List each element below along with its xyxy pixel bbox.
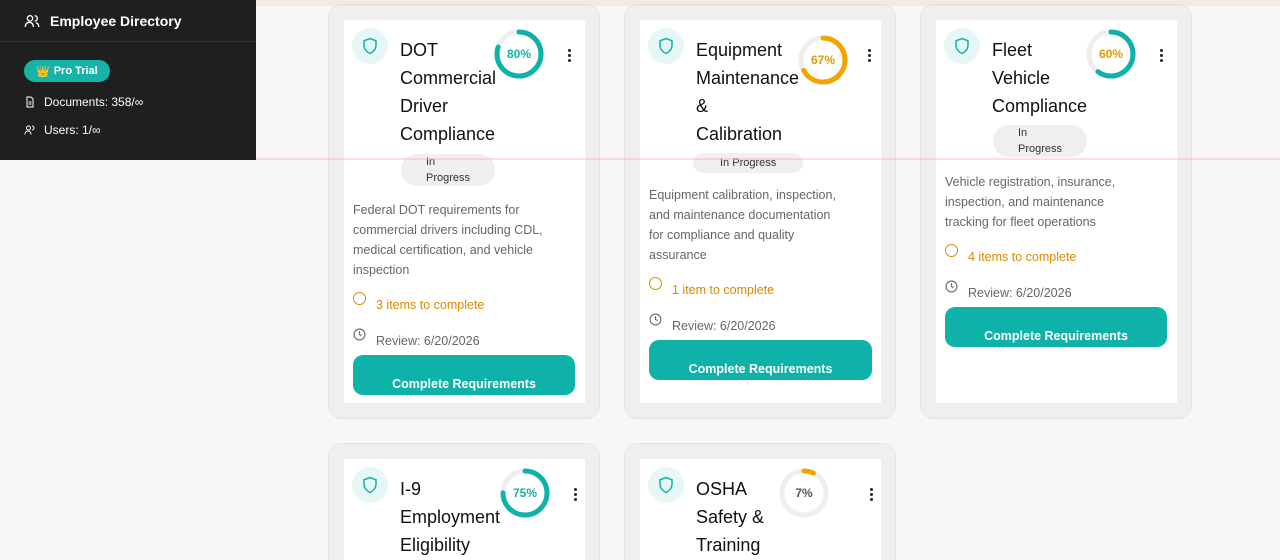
clock-icon [945, 280, 958, 293]
card-title: I-9 Employment Eligibility [400, 479, 501, 555]
progress-percent: 75% [512, 486, 538, 500]
pending-circle-icon [353, 292, 366, 305]
more-options-icon[interactable] [569, 484, 581, 504]
review-date: Review: 6/20/2026 [649, 313, 776, 333]
users-count: Users: 1/∞ [44, 123, 101, 137]
progress-percent: 67% [810, 53, 836, 67]
card-title: Fleet Vehicle Compliance [992, 40, 1088, 116]
compliance-card: Equipment Maintenance & Calibration 67% In … [624, 4, 896, 419]
sidebar: Employee Directory 👑 Pro Trial Documents… [0, 0, 256, 160]
compliance-card-body: Equipment Maintenance & Calibration 67% In … [640, 20, 881, 403]
users-usage: Users: 1/∞ [24, 123, 101, 137]
review-date: Review: 6/20/2026 [945, 280, 1072, 300]
sidebar-item-label: Employee Directory [50, 12, 182, 29]
sidebar-item-employee-directory[interactable]: Employee Directory [0, 0, 256, 42]
clock-icon [649, 313, 662, 326]
shield-icon [352, 467, 388, 503]
complete-requirements-button[interactable]: Complete Requirements [353, 355, 575, 395]
items-to-complete: 3 items to complete [353, 292, 484, 312]
review-date: Review: 6/20/2026 [353, 328, 480, 348]
shield-icon [944, 28, 980, 64]
pro-trial-badge[interactable]: 👑 Pro Trial [24, 60, 110, 82]
items-to-complete: 4 items to complete [945, 244, 1076, 264]
compliance-card-body: I-9 Employment Eligibility 75% [344, 459, 585, 560]
shield-icon [352, 28, 388, 64]
pending-circle-icon [945, 244, 958, 257]
users-icon [24, 125, 35, 135]
crown-icon: 👑 [36, 65, 50, 78]
progress-percent: 80% [506, 47, 532, 61]
card-description: Federal DOT requirements for commercial d… [353, 203, 543, 277]
clock-icon [353, 328, 366, 341]
card-title: Equipment Maintenance & Calibration [696, 40, 800, 144]
shield-icon [648, 28, 684, 64]
compliance-card-body: DOT Commercial Driver Compliance 80% In Prog… [344, 20, 585, 403]
more-options-icon[interactable] [865, 484, 877, 504]
compliance-card: DOT Commercial Driver Compliance 80% In Prog… [328, 4, 600, 419]
more-options-icon[interactable] [1155, 45, 1167, 65]
compliance-card: Fleet Vehicle Compliance 60% In Progress Ve… [920, 4, 1192, 419]
compliance-card: OSHA Safety & Training 7% [624, 443, 896, 560]
documents-usage: Documents: 358/∞ [24, 95, 143, 109]
shield-icon [648, 467, 684, 503]
users-icon [24, 14, 40, 27]
compliance-card-body: Fleet Vehicle Compliance 60% In Progress Ve… [936, 20, 1177, 403]
more-options-icon[interactable] [863, 45, 875, 65]
status-badge: In Progress [993, 125, 1088, 157]
items-to-complete: 1 item to complete [649, 277, 774, 297]
status-badge: In Progress [401, 154, 496, 186]
status-badge: In Progress [693, 153, 804, 173]
card-description: Vehicle registration, insurance, inspecti… [945, 175, 1116, 229]
pro-trial-label: Pro Trial [53, 65, 98, 77]
progress-percent: 7% [795, 486, 813, 500]
progress-percent: 60% [1098, 47, 1124, 61]
more-options-icon[interactable] [563, 45, 575, 65]
complete-requirements-button[interactable]: Complete Requirements [945, 307, 1167, 347]
progress-ring: 80% [493, 28, 545, 80]
progress-ring: 75% [499, 467, 551, 519]
progress-ring: 60% [1085, 28, 1137, 80]
documents-count: Documents: 358/∞ [44, 95, 144, 109]
progress-ring: 67% [797, 34, 849, 86]
pending-circle-icon [649, 277, 662, 290]
compliance-card: I-9 Employment Eligibility 75% [328, 443, 600, 560]
card-title: DOT Commercial Driver Compliance [400, 40, 497, 144]
document-icon [26, 96, 34, 108]
complete-requirements-button[interactable]: Complete Requirements [649, 340, 872, 380]
card-description: Equipment calibration, inspection, and ma… [649, 188, 836, 262]
progress-ring: 7% [778, 467, 830, 519]
compliance-card-body: OSHA Safety & Training 7% [640, 459, 881, 560]
card-title: OSHA Safety & Training [696, 479, 765, 555]
